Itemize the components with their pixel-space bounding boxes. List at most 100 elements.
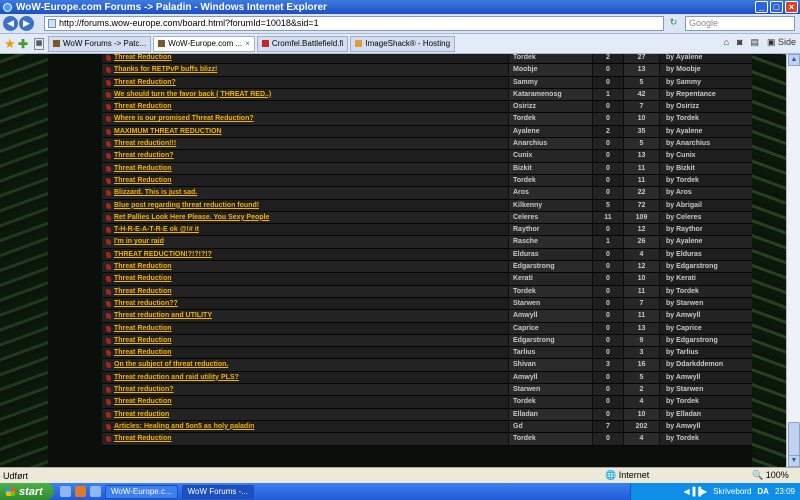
page-icon <box>48 19 56 28</box>
thread-title-link[interactable]: Threat reduction and UTILITY <box>114 310 212 322</box>
thread-title-link[interactable]: Threat reduction!!! <box>114 138 176 150</box>
thread-title-link[interactable]: Threat Reduction <box>114 54 172 64</box>
maximize-button[interactable]: □ <box>770 1 783 13</box>
thread-title-link[interactable]: Threat reduction?? <box>114 298 178 310</box>
thread-status-icon <box>106 227 111 234</box>
thread-title-link[interactable]: Where is our promised Threat Reduction? <box>114 113 254 125</box>
thread-title-link[interactable]: Threat Reduction <box>114 175 172 187</box>
thread-status-icon <box>106 362 111 369</box>
thread-views-cell: 11 <box>624 285 659 297</box>
scroll-up-icon[interactable]: ▲ <box>788 54 800 66</box>
thread-author-cell: Kerati <box>509 273 592 285</box>
close-tab-icon[interactable]: × <box>245 39 250 48</box>
favorites-star-icon[interactable]: ★ <box>4 36 18 52</box>
thread-title-link[interactable]: On the subject of threat reduction. <box>114 359 228 371</box>
thread-topic-cell: Threat Reduction <box>102 174 508 187</box>
thread-title-link[interactable]: Thanks for RETPvP buffs blizz! <box>114 64 217 76</box>
thread-status-icon <box>106 337 111 344</box>
thread-title-link[interactable]: Blue post regarding threat reduction fou… <box>114 200 259 212</box>
thread-replies: 0 <box>606 312 610 320</box>
thread-author: Caprice <box>513 324 539 332</box>
thread-title-link[interactable]: THREAT REDUCTION!?!?!?!? <box>114 249 212 261</box>
thread-last-poster: by Elladan <box>666 410 702 418</box>
taskbar-item-wow-europe[interactable]: WoW-Europe.c... <box>105 484 178 499</box>
thread-row: Threat reduction? Starwen 0 2 by Starwen <box>102 384 752 397</box>
thread-title-link[interactable]: Ret Pallies Look Here Please. You Sexy P… <box>114 212 269 224</box>
thread-title-link[interactable]: Articles: Healing and 5on5 as holy palad… <box>114 421 254 433</box>
thread-topic-cell: Threat Reduction <box>102 396 508 408</box>
thread-title-link[interactable]: Threat reduction? <box>114 150 174 162</box>
thread-status-icon <box>106 116 111 123</box>
thread-title-link[interactable]: Threat Reduction <box>114 101 172 113</box>
page-menu[interactable]: ▣ Side <box>767 37 796 48</box>
tab-wow-europe[interactable]: WoW-Europe.com ... × <box>153 35 255 52</box>
thread-replies: 0 <box>606 299 610 307</box>
minimize-button[interactable]: _ <box>755 1 768 13</box>
address-bar[interactable]: http://forums.wow-europe.com/board.html?… <box>44 16 664 31</box>
thread-title-link[interactable]: Threat Reduction <box>114 433 172 445</box>
thread-status-icon <box>106 190 111 197</box>
tab-cromfel[interactable]: Cromfel.Battlefield.fi <box>256 35 349 52</box>
add-favorites-icon[interactable]: ✚ <box>18 37 34 51</box>
thread-title-link[interactable]: Threat Reduction <box>114 163 172 175</box>
thread-topic-cell: I'm in your raid <box>102 236 508 248</box>
thread-lastpost-cell: by Caprice <box>660 322 752 334</box>
media-controls-icon[interactable]: ◀▐▐▶ <box>684 487 708 496</box>
desktop-quicklaunch-icon[interactable] <box>90 486 101 497</box>
ie-quicklaunch-icon[interactable] <box>60 486 71 497</box>
thread-title-link[interactable]: Threat Reduction <box>114 261 172 273</box>
thread-lastpost-cell: by Sammy <box>660 76 752 88</box>
thread-last-poster: by Celeres <box>666 213 702 221</box>
thread-title-link[interactable]: T-H-R-E-A-T-R-E ok @!# it <box>114 224 199 236</box>
thread-title-link[interactable]: MAXIMUM THREAT REDUCTION <box>114 126 222 138</box>
thread-title-link[interactable]: Threat reduction and raid utility PLS? <box>114 372 239 384</box>
thread-replies: 2 <box>606 127 610 135</box>
search-input[interactable]: Google <box>685 16 795 31</box>
thread-views-cell: 42 <box>624 88 659 101</box>
forward-button[interactable]: ▶ <box>19 16 34 31</box>
thread-lastpost-cell: by Bizkit <box>660 162 752 174</box>
zoom-level[interactable]: 🔍 100% <box>752 470 789 481</box>
thread-title-link[interactable]: Threat Reduction <box>114 323 172 335</box>
firefox-quicklaunch-icon[interactable] <box>75 486 86 497</box>
thread-title-link[interactable]: I'm in your raid <box>114 236 164 248</box>
thread-topic-cell: We should turn the favor back ( THREAT R… <box>102 88 508 101</box>
thread-title-link[interactable]: Threat Reduction <box>114 286 172 298</box>
thread-author-cell: Tordek <box>509 433 592 445</box>
thread-title-link[interactable]: Threat Reduction <box>114 335 172 347</box>
thread-title-link[interactable]: Threat Reduction <box>114 396 172 408</box>
back-button[interactable]: ◀ <box>3 16 18 31</box>
print-icon[interactable]: ▤ <box>750 37 759 48</box>
thread-title-link[interactable]: Threat Reduction <box>114 347 172 359</box>
thread-title-link[interactable]: Threat Reduction? <box>114 77 176 89</box>
thread-views: 10 <box>637 115 646 123</box>
start-button[interactable]: start <box>0 483 54 500</box>
tab-imageshack[interactable]: ImageShack® - Hosting <box>350 35 456 52</box>
thread-replies: 2 <box>606 54 610 61</box>
taskbar-item-wow-forums[interactable]: WoW Forums -... <box>181 484 254 499</box>
thread-author: Sammy <box>513 78 538 86</box>
close-window-button[interactable]: × <box>785 1 798 13</box>
thread-title-link[interactable]: Blizzard. This is just sad. <box>114 187 197 199</box>
vertical-scrollbar[interactable]: ▲ ▼ <box>786 54 800 467</box>
thread-replies: 0 <box>606 189 610 197</box>
scroll-down-icon[interactable]: ▼ <box>788 455 800 467</box>
thread-title-link[interactable]: We should turn the favor back ( THREAT R… <box>114 89 271 101</box>
thread-replies: 1 <box>606 90 610 98</box>
thread-replies: 0 <box>606 263 610 271</box>
thread-row: Threat Reduction Tarlius 0 3 by Tarlius <box>102 347 752 360</box>
quick-tabs-icon[interactable]: ▦ <box>34 37 44 50</box>
thread-title-link[interactable]: Threat reduction <box>114 409 169 421</box>
thread-last-poster: by Starwen <box>666 386 704 394</box>
refresh-icon[interactable]: ↻ <box>668 17 679 28</box>
tab-wow-forums-patch[interactable]: WoW Forums -> Patc... <box>48 35 152 52</box>
home-icon[interactable]: ⌂ <box>724 37 729 48</box>
thread-author-cell: Shivan <box>509 359 592 371</box>
feeds-icon[interactable]: ◙ <box>737 37 742 48</box>
language-indicator[interactable]: DA <box>757 487 769 496</box>
scroll-thumb[interactable] <box>788 422 800 456</box>
thread-replies: 0 <box>606 435 610 443</box>
thread-title-link[interactable]: Threat reduction? <box>114 384 174 396</box>
thread-replies-cell: 0 <box>593 285 623 297</box>
thread-title-link[interactable]: Threat Reduction <box>114 273 172 285</box>
